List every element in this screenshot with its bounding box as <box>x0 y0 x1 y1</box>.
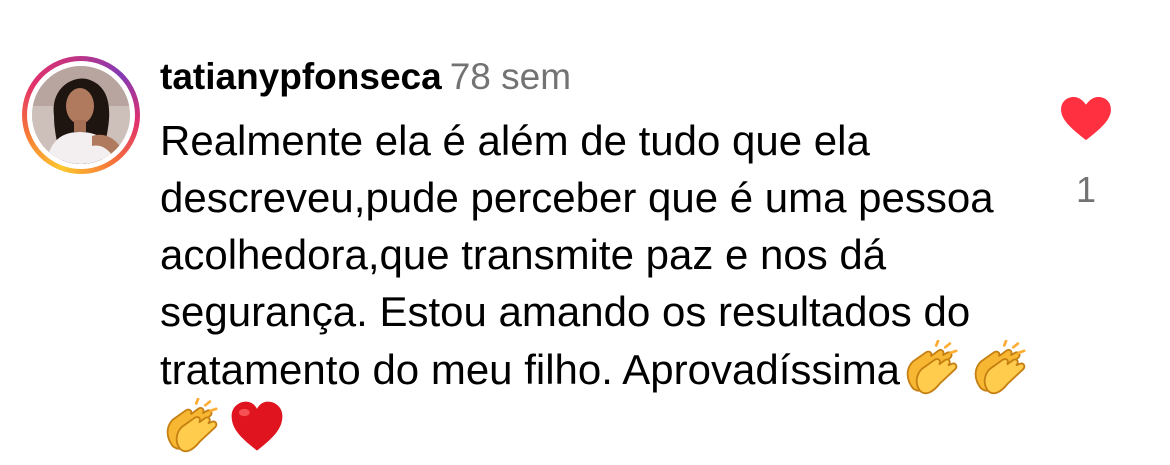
avatar-photo <box>32 66 130 164</box>
like-count[interactable]: 1 <box>1058 168 1114 212</box>
comment-header: tatianypfonseca 78 sem <box>160 54 571 100</box>
avatar[interactable] <box>32 66 130 164</box>
avatar-border <box>27 61 135 169</box>
comment-body: Realmente ela é além de tudo que ela des… <box>160 112 1040 456</box>
heart-icon <box>1061 96 1111 141</box>
comment-text: Realmente ela é além de tudo que ela des… <box>160 117 994 393</box>
clapping-hands-icon <box>906 340 958 395</box>
clapping-hands-icon <box>974 340 1026 395</box>
comment-item: tatianypfonseca 78 sem Realmente ela é al… <box>0 0 1170 465</box>
comment-timestamp[interactable]: 78 sem <box>450 56 571 97</box>
like-button[interactable] <box>1058 96 1114 142</box>
username-link[interactable]: tatianypfonseca <box>160 56 442 97</box>
red-heart-icon <box>231 401 283 451</box>
avatar-story-ring[interactable] <box>22 56 140 174</box>
clapping-hands-icon <box>166 398 218 453</box>
